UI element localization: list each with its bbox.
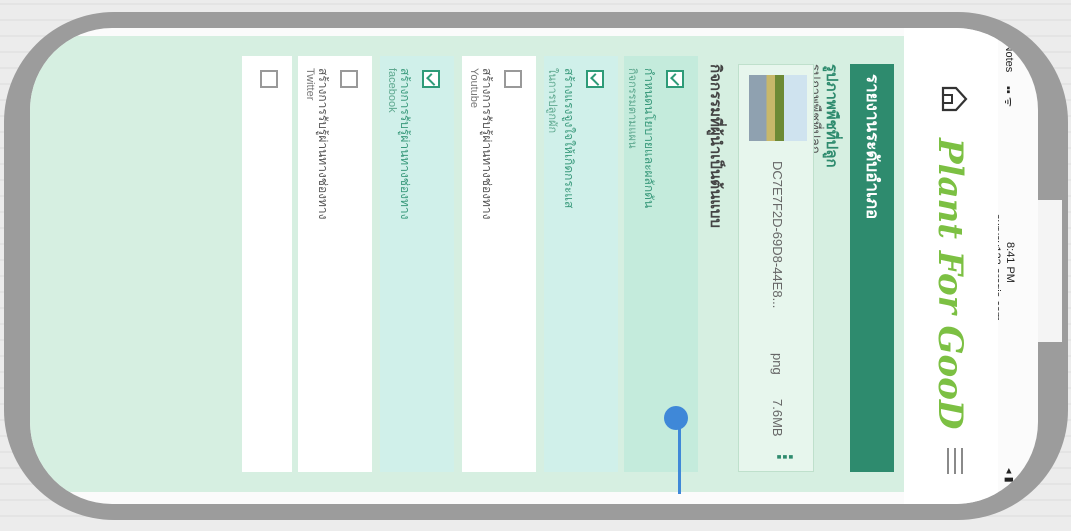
file-attachment[interactable]: DC7E7F2D-69D8-44E8... png 7.6MB ⋮ — [738, 64, 814, 472]
app-logo: Plant For GooD — [930, 138, 970, 430]
image-thumbnail[interactable] — [749, 75, 807, 141]
more-options-icon[interactable]: ⋮ — [772, 447, 797, 467]
rotated-content: ◀ Notes ▪▪ ᯤ 8:41 PM survey123.arcgis.co… — [30, 28, 1038, 504]
activity-sublabel: กิจกรรมตามแผน — [626, 68, 638, 149]
activity-card[interactable]: สร้างแรงจูงใจให้เกิดกระแส ในการปลูกผัก — [544, 56, 618, 472]
battery-icon: ◂ ▮ — [1003, 468, 1015, 483]
activity-sublabel: Youtube — [468, 68, 480, 108]
file-extension: png — [770, 353, 785, 375]
file-size: 7.6MB — [770, 399, 785, 437]
activity-checkbox[interactable] — [666, 70, 684, 88]
activity-card[interactable]: สร้างการรับรู้ผ่านทางช่องทาง Twitter — [298, 56, 372, 472]
activity-card[interactable]: สร้างการรับรู้ผ่านทางช่องทาง facebook — [380, 56, 454, 472]
status-time: 8:41 PM — [1004, 242, 1016, 283]
status-carrier: ◀ Notes — [1003, 32, 1015, 73]
signal-icon: ▪▪ ᯤ — [1002, 86, 1014, 107]
home-icon[interactable] — [940, 84, 970, 114]
activity-card[interactable] — [242, 56, 292, 472]
phone-screen: ◀ Notes ▪▪ ᯤ 8:41 PM survey123.arcgis.co… — [30, 28, 1038, 504]
menu-icon[interactable] — [944, 448, 968, 474]
activity-card[interactable]: กำหนดนโยบายและผลักดัน กิจกรรมตามแผน — [624, 56, 698, 472]
activity-checkbox[interactable] — [340, 70, 358, 88]
activity-checkbox[interactable] — [586, 70, 604, 88]
activity-sublabel: ในการปลูกผัก — [546, 68, 558, 134]
file-name: DC7E7F2D-69D8-44E8... — [770, 161, 785, 309]
activity-card[interactable]: สร้างการรับรู้ผ่านทางช่องทาง Youtube — [462, 56, 536, 472]
app-header: Plant For GooD — [904, 28, 998, 504]
activity-sublabel: facebook — [386, 68, 398, 113]
pointer-line — [678, 424, 681, 494]
activity-checkbox[interactable] — [504, 70, 522, 88]
activity-checkbox[interactable] — [422, 70, 440, 88]
activity-sublabel: Twitter — [304, 68, 316, 101]
activities-title: กิจกรรมที่ผู้นำเป็นต้นแบบ — [707, 64, 724, 228]
pointer-dot — [664, 406, 688, 430]
activity-checkbox[interactable] — [260, 70, 278, 88]
form-title: รายงานระดับอำเภอ — [850, 64, 894, 472]
status-bar: ◀ Notes ▪▪ ᯤ 8:41 PM survey123.arcgis.co… — [990, 28, 1018, 504]
